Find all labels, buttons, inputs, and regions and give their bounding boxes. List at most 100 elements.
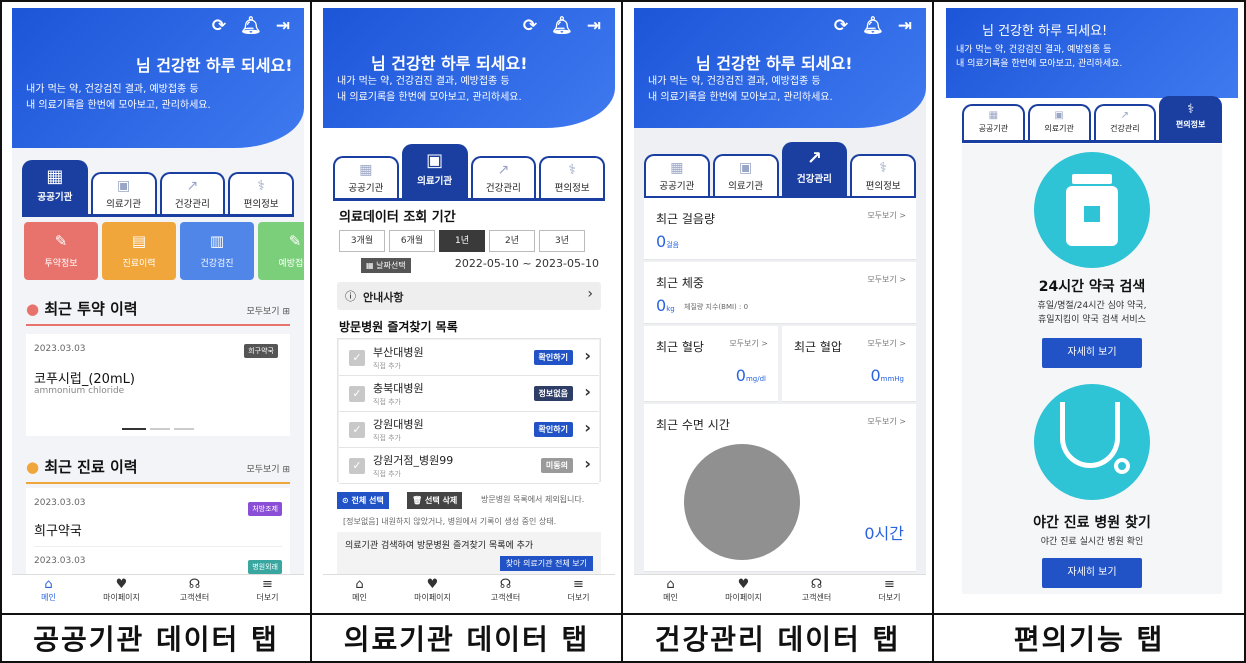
check-circle-icon: ⊙ <box>342 496 349 505</box>
running-icon: ↗ <box>186 178 199 194</box>
tab-public[interactable]: ▦ 공공기관 <box>962 104 1025 140</box>
tab-convenience[interactable]: ⚕ 편의정보 <box>850 154 916 198</box>
tile-vaccination[interactable]: ✎ 예방접종 <box>258 222 304 280</box>
visit-badge: 병원외래 <box>248 554 282 574</box>
chevron-right-icon[interactable]: › <box>584 454 591 473</box>
tab-health[interactable]: ↗ 건강관리 <box>159 172 226 216</box>
sleep-card[interactable]: 최근 수면 시간 모두보기 > 0시간 <box>644 404 916 572</box>
tab-health[interactable]: ↗ 건강관리 <box>781 142 848 198</box>
carousel-indicator[interactable] <box>150 428 170 430</box>
nav-home[interactable]: ⌂ 메인 <box>634 575 707 608</box>
nav-mypage[interactable]: ♥ 마이페이지 <box>85 575 158 608</box>
tile-treatment[interactable]: ▤ 진료이력 <box>102 222 176 280</box>
date-select-button[interactable]: ▦ 날짜선택 <box>361 258 411 273</box>
checkbox[interactable]: ✓ <box>349 422 365 438</box>
hospital-row[interactable]: ✓ 강원거점_병원99 직접 추가 미동의 › <box>339 448 599 484</box>
nav-mypage[interactable]: ♥ 마이페이지 <box>707 575 780 608</box>
checkbox[interactable]: ✓ <box>349 458 365 474</box>
value: 0 <box>656 232 667 251</box>
steps-card[interactable]: 최근 걸음량 모두보기 > 0걸음 <box>644 198 916 260</box>
logout-icon[interactable]: ⇥ <box>898 16 912 36</box>
blood-pressure-card[interactable]: 최근 혈압 모두보기 > 0mmHg <box>782 326 916 402</box>
select-all-button[interactable]: ⊙ 전체 선택 <box>337 492 389 509</box>
period-2y[interactable]: 2년 <box>489 230 535 252</box>
checkbox[interactable]: ✓ <box>349 386 365 402</box>
bp-more[interactable]: 모두보기 > <box>867 338 906 349</box>
steps-more[interactable]: 모두보기 > <box>867 210 906 221</box>
tab-convenience[interactable]: ⚕ 편의정보 <box>1159 96 1222 140</box>
delete-selected-button[interactable]: 🗑︎ 선택 삭제 <box>407 492 463 509</box>
tab-underline <box>22 214 294 217</box>
nav-home[interactable]: ⌂ 메인 <box>323 575 396 608</box>
hospital-status-button[interactable]: 확인하기 <box>533 422 573 437</box>
nav-home[interactable]: ⌂ 메인 <box>12 575 85 608</box>
nav-more[interactable]: ≡ 더보기 <box>542 575 615 608</box>
tab-health[interactable]: ↗ 건강관리 <box>470 156 537 200</box>
hospital-row[interactable]: ✓ 충북대병원 직접 추가 정보없음 › <box>339 376 599 412</box>
refresh-icon[interactable]: ⟳ <box>212 16 226 36</box>
carousel-indicator[interactable] <box>174 428 194 430</box>
refresh-icon[interactable]: ⟳ <box>523 16 537 36</box>
badge-label: 처방조제 <box>248 502 282 516</box>
notice-bar[interactable]: ⓘ 안내사항 › <box>337 282 601 310</box>
tab-convenience[interactable]: ⚕ 편의정보 <box>228 172 294 216</box>
refresh-icon[interactable]: ⟳ <box>834 16 848 36</box>
recent-medication-more[interactable]: 모두보기 ⊞ <box>246 304 290 317</box>
view-all-hospitals-button[interactable]: 찾아 의료기관 전체 보기 <box>499 556 593 571</box>
logout-icon[interactable]: ⇥ <box>276 16 290 36</box>
tab-public[interactable]: ▦ 공공기관 <box>333 156 399 200</box>
hospital-status-button[interactable]: 정보없음 <box>533 386 573 401</box>
nav-support[interactable]: ☊ 고객센터 <box>469 575 542 608</box>
weight-card[interactable]: 최근 체중 모두보기 > 0kg 체질량 지수(BMI) : 0 <box>644 262 916 324</box>
tab-public[interactable]: ▦ 공공기관 <box>644 154 710 198</box>
period-3m[interactable]: 3개월 <box>339 230 385 252</box>
hospital-status-button[interactable]: 미동의 <box>540 458 573 473</box>
nav-label: 고객센터 <box>490 593 521 602</box>
period-3y[interactable]: 3년 <box>539 230 585 252</box>
tile-checkup[interactable]: ▥ 건강검진 <box>180 222 254 280</box>
logout-icon[interactable]: ⇥ <box>587 16 601 36</box>
unit: mg/dl <box>745 375 766 383</box>
nav-support[interactable]: ☊ 고객센터 <box>780 575 853 608</box>
nav-label: 더보기 <box>878 593 901 602</box>
tab-medical[interactable]: ▣ 의료기관 <box>1027 104 1091 140</box>
checkbox[interactable]: ✓ <box>349 350 365 366</box>
carousel-indicator-active[interactable] <box>122 428 146 430</box>
weight-more[interactable]: 모두보기 > <box>867 274 906 285</box>
sleep-donut <box>684 444 800 560</box>
chevron-right-icon[interactable]: › <box>584 418 591 437</box>
nav-more[interactable]: ≡ 더보기 <box>231 575 304 608</box>
chevron-right-icon[interactable]: › <box>584 346 591 365</box>
building-icon: ▦ <box>46 166 64 187</box>
caption-medical: 의료기관 데이터 탭 <box>343 623 590 656</box>
tab-label: 건강관리 <box>796 174 832 185</box>
tab-medical[interactable]: ▣ 의료기관 <box>712 154 779 198</box>
sleep-more[interactable]: 모두보기 > <box>867 416 906 427</box>
tab-public[interactable]: ▦ 공공기관 <box>22 160 88 216</box>
bell-icon[interactable]: 🔔︎ <box>551 16 573 36</box>
hospital-row[interactable]: ✓ 강원대병원 직접 추가 확인하기 › <box>339 412 599 448</box>
tab-health[interactable]: ↗ 건강관리 <box>1093 104 1157 140</box>
pharmacy-detail-button[interactable]: 자세히 보기 <box>1042 338 1142 368</box>
period-6m[interactable]: 6개월 <box>389 230 435 252</box>
bell-icon[interactable]: 🔔︎ <box>862 16 884 36</box>
blood-sugar-card[interactable]: 최근 혈당 모두보기 > 0mg/dl <box>644 326 778 402</box>
nav-mypage[interactable]: ♥ 마이페이지 <box>396 575 469 608</box>
nav-more[interactable]: ≡ 더보기 <box>853 575 926 608</box>
hospital-status-button[interactable]: 확인하기 <box>533 350 573 365</box>
night-clinic-detail-button[interactable]: 자세히 보기 <box>1042 558 1142 588</box>
chevron-right-icon: › <box>587 286 593 302</box>
visit-date: 2023.03.03 <box>34 556 86 566</box>
bell-icon[interactable]: 🔔︎ <box>240 16 262 36</box>
sugar-more[interactable]: 모두보기 > <box>729 338 768 349</box>
tab-medical[interactable]: ▣ 의료기관 <box>401 144 468 200</box>
hospital-row[interactable]: ✓ 부산대병원 직접 추가 확인하기 › <box>339 340 599 376</box>
tab-convenience[interactable]: ⚕ 편의정보 <box>539 156 605 200</box>
recent-visit-more[interactable]: 모두보기 ⊞ <box>246 462 290 475</box>
period-1y[interactable]: 1년 <box>439 230 485 252</box>
chevron-right-icon[interactable]: › <box>584 382 591 401</box>
nav-support[interactable]: ☊ 고객센터 <box>158 575 231 608</box>
tile-medication[interactable]: ✎ 투약정보 <box>24 222 98 280</box>
medication-card[interactable]: 2023.03.03 희구약국 코푸시럽_(20mL) ammonium chl… <box>26 334 290 436</box>
tab-medical[interactable]: ▣ 의료기관 <box>90 172 157 216</box>
